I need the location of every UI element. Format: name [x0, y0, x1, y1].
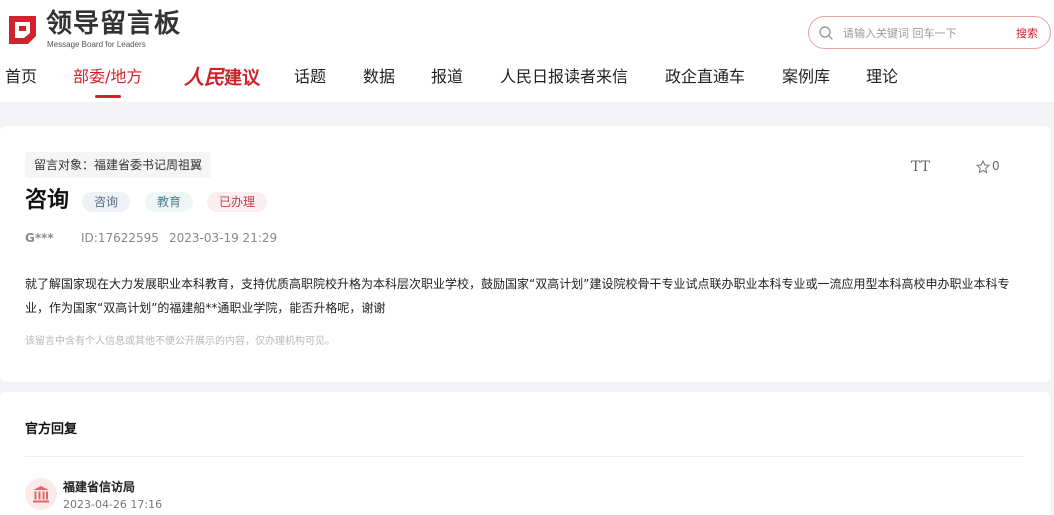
star-icon — [976, 160, 990, 174]
search-button[interactable]: 搜索 — [1016, 25, 1038, 41]
nav-item-topics[interactable]: 话题 — [294, 64, 326, 90]
nav-item-people-script: 人民 — [184, 65, 224, 89]
favorite-count: 0 — [992, 159, 1000, 173]
logo-subtitle: Message Board for Leaders — [47, 40, 146, 49]
tag-type: 咨询 — [82, 192, 131, 212]
nav-item-home[interactable]: 首页 — [5, 64, 37, 90]
logo-mark-icon — [9, 16, 36, 44]
message-author: G*** — [25, 231, 54, 245]
tag-field: 教育 — [145, 192, 194, 212]
nav-item-reports[interactable]: 报道 — [431, 64, 463, 90]
reply-org-name: 福建省信访局 — [63, 480, 136, 494]
nav-item-gov-enterprise[interactable]: 政企直通车 — [665, 64, 745, 90]
nav-item-case-library[interactable]: 案例库 — [782, 64, 830, 90]
nav-item-reader-letters[interactable]: 人民日报读者来信 — [500, 64, 628, 90]
org-avatar — [25, 478, 57, 510]
nav-item-data[interactable]: 数据 — [363, 64, 395, 90]
building-icon — [33, 486, 49, 503]
reply-date: 2023-04-26 17:16 — [63, 498, 163, 511]
official-reply-card: 官方回复 福建省信访局 2023-04-26 17:16 — [0, 392, 1050, 515]
main-nav: 首页 部委/地方 人民建议 话题 数据 报道 人民日报读者来信 政企直通车 案例… — [0, 64, 1054, 94]
tag-status: 已办理 — [207, 192, 268, 212]
message-card: 留言对象：福建省委书记周祖翼 TT 0 咨询 咨询 教育 已办理 G*** ID… — [0, 126, 1050, 382]
logo-title: 领导留言板 — [46, 9, 182, 39]
nav-item-people-suggestion[interactable]: 人民建议 — [184, 64, 260, 92]
message-target: 留言对象：福建省委书记周祖翼 — [25, 152, 212, 178]
privacy-notice: 该留言中含有个人信息或其他不便公开展示的内容，仅办理机构可见。 — [25, 336, 335, 347]
reply-section-title: 官方回复 — [25, 422, 78, 437]
message-content: 就了解国家现在大力发展职业本科教育，支持优质高职院校升格为本科层次职业学校，鼓励… — [25, 277, 1010, 315]
divider — [25, 456, 1024, 457]
nav-active-indicator — [95, 95, 121, 98]
search-box: 搜索 — [808, 16, 1051, 49]
message-title: 咨询 — [25, 188, 70, 213]
search-input[interactable] — [843, 23, 1003, 43]
message-datetime: 2023-03-19 21:29 — [169, 231, 278, 245]
site-logo[interactable]: 领导留言板 Message Board for Leaders — [4, 8, 180, 49]
nav-item-suggestion-label: 建议 — [224, 68, 260, 89]
font-size-button[interactable]: TT — [911, 159, 930, 175]
message-id: ID:17622595 — [81, 231, 159, 245]
nav-item-theory[interactable]: 理论 — [866, 64, 898, 90]
search-icon[interactable] — [818, 25, 834, 41]
top-header: 领导留言板 Message Board for Leaders 搜索 首页 部委… — [0, 0, 1054, 102]
nav-item-ministries-local[interactable]: 部委/地方 — [73, 64, 142, 90]
